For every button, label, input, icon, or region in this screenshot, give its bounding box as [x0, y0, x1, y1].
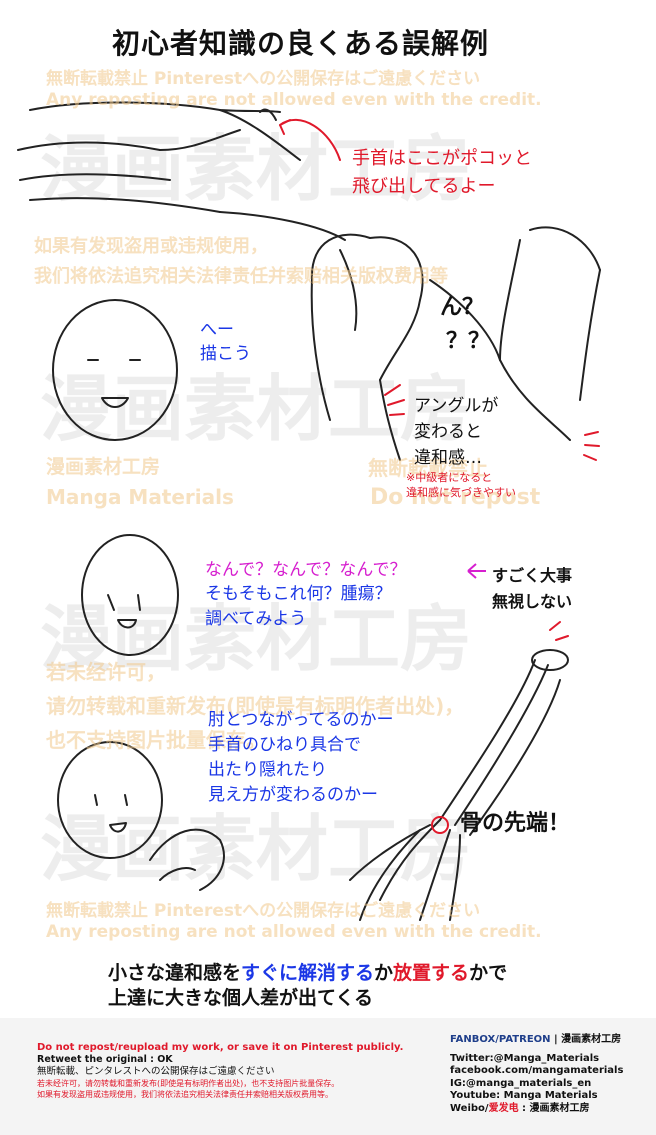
fanbox-studio: 漫画素材工房 [561, 1034, 622, 1045]
youtube-link[interactable]: Youtube: Manga Materials [450, 1090, 623, 1103]
footer-retweet: Retweet the original : OK [37, 1054, 173, 1065]
face-drawing-3 [57, 741, 225, 891]
important-line-1: すごく大事 [492, 566, 573, 585]
aifadian-label[interactable]: 爱发电 [489, 1103, 519, 1114]
footer-left: Do not repost/reupload my work, or save … [37, 1042, 403, 1100]
footer-cn-notice-2: 如果有发现盗用或违规使用，我们将依法追究相关法律责任并索赔相关版权费用等。 [37, 1090, 333, 1099]
magenta-arrow [467, 563, 486, 579]
wrist-note-line-1: 手首はここがポコッと [352, 148, 532, 169]
important-line-2: 無視しない [492, 592, 573, 611]
double-question: ？？ [446, 329, 491, 354]
red-ticks-2 [583, 431, 600, 461]
hand-drawing-1 [17, 101, 346, 241]
footer: Do not repost/reupload my work, or save … [0, 1018, 656, 1135]
conclusion-part-d: 放置する [393, 962, 470, 984]
what-line: そもそもこれ何？腫瘍？ [205, 584, 392, 604]
watermark-cn-1: 如果有发现盗用或违规使用， [34, 236, 268, 257]
small-note-2: 違和感に気づきやすい [406, 486, 516, 499]
weibo-studio: : 漫画素材工房 [518, 1102, 590, 1114]
conclusion-part-a: 小さな違和感を [108, 962, 242, 984]
elbow-line: 肘とつながってるのかー [208, 710, 394, 730]
conclusion-line-2: 上達に大きな個人差が出てくる [108, 987, 374, 1009]
instagram-link[interactable]: IG:@manga_materials_en [450, 1078, 623, 1091]
small-note-1: ※中級者になると [406, 471, 493, 484]
watermark-studio-jp: 漫画素材工房 [46, 456, 161, 478]
bone-tip-label: 骨の先端！ [460, 811, 571, 836]
footer-right: FANBOX/PATREON | 漫画素材工房 Twitter:@Manga_M… [450, 1034, 623, 1115]
footer-jp-notice: 無断転載、ピンタレストへの公開保存はご遠慮ください [37, 1066, 275, 1077]
watermark-jp-2: 無断転載禁止 Pinterestへの公開保存はご遠慮ください [46, 901, 481, 921]
conclusion-part-e: かで [469, 962, 508, 984]
conclusion-line-1: 小さな違和感をすぐに解消するか放置するかで [108, 958, 507, 985]
conclusion-part-c: か [374, 962, 394, 984]
weibo-label[interactable]: Weibo/ [450, 1103, 489, 1114]
watermark-en-2: Any reposting are not allowed even with … [46, 922, 542, 942]
watermark-cn-3: 若未经许可， [46, 660, 166, 684]
view-line: 見え方が変わるのかー [208, 785, 378, 805]
angle-line-1: アングルが [414, 396, 499, 416]
watermark-jp-1: 無断転載禁止 Pinterestへの公開保存はご遠慮ください [46, 69, 481, 89]
why-line: なんで？なんで？なんで？ [205, 560, 407, 580]
angle-line-3: 違和感… [414, 448, 482, 468]
facebook-link[interactable]: facebook.com/mangamaterials [450, 1065, 623, 1078]
fanbox-sep: | [550, 1034, 562, 1045]
face-drawing-1 [52, 299, 178, 441]
twist-line: 手首のひねり具合で [208, 735, 361, 755]
research-line: 調べてみよう [205, 609, 307, 629]
red-ticks-3 [549, 621, 569, 641]
watermark-cn-2: 我们将依法追究相关法律责任并索赔相关版权费用等 [34, 266, 448, 287]
n-question: ん？ [440, 295, 485, 320]
arrow-to-note [279, 119, 341, 161]
angle-line-2: 変わると [414, 422, 482, 442]
footer-fanbox-row: FANBOX/PATREON | 漫画素材工房 [450, 1034, 623, 1047]
conclusion-part-b: すぐに解消する [241, 962, 375, 984]
footer-cn-notice-1: 若未经许可，请勿转载和重新发布(即使是有标明作者出处)，也不支持图片批量保存。 [37, 1079, 340, 1088]
wrist-note-line-2: 飛び出してるよー [352, 176, 496, 197]
face-drawing-2 [81, 534, 179, 656]
hide-line: 出たり隠れたり [208, 760, 327, 780]
footer-red-notice: Do not repost/reupload my work, or save … [37, 1042, 404, 1053]
red-ticks-1 [384, 384, 405, 416]
watermark-studio-en: Manga Materials [46, 485, 234, 509]
watermark-en-1: Any reposting are not allowed even with … [46, 90, 542, 110]
hee-text: へー [200, 320, 234, 340]
kakou-text: 描こう [200, 344, 251, 364]
weibo-row: Weibo/爱发电 : 漫画素材工房 [450, 1103, 623, 1116]
fanbox-link[interactable]: FANBOX/PATREON [450, 1034, 551, 1045]
twitter-link[interactable]: Twitter:@Manga_Materials [450, 1053, 623, 1066]
